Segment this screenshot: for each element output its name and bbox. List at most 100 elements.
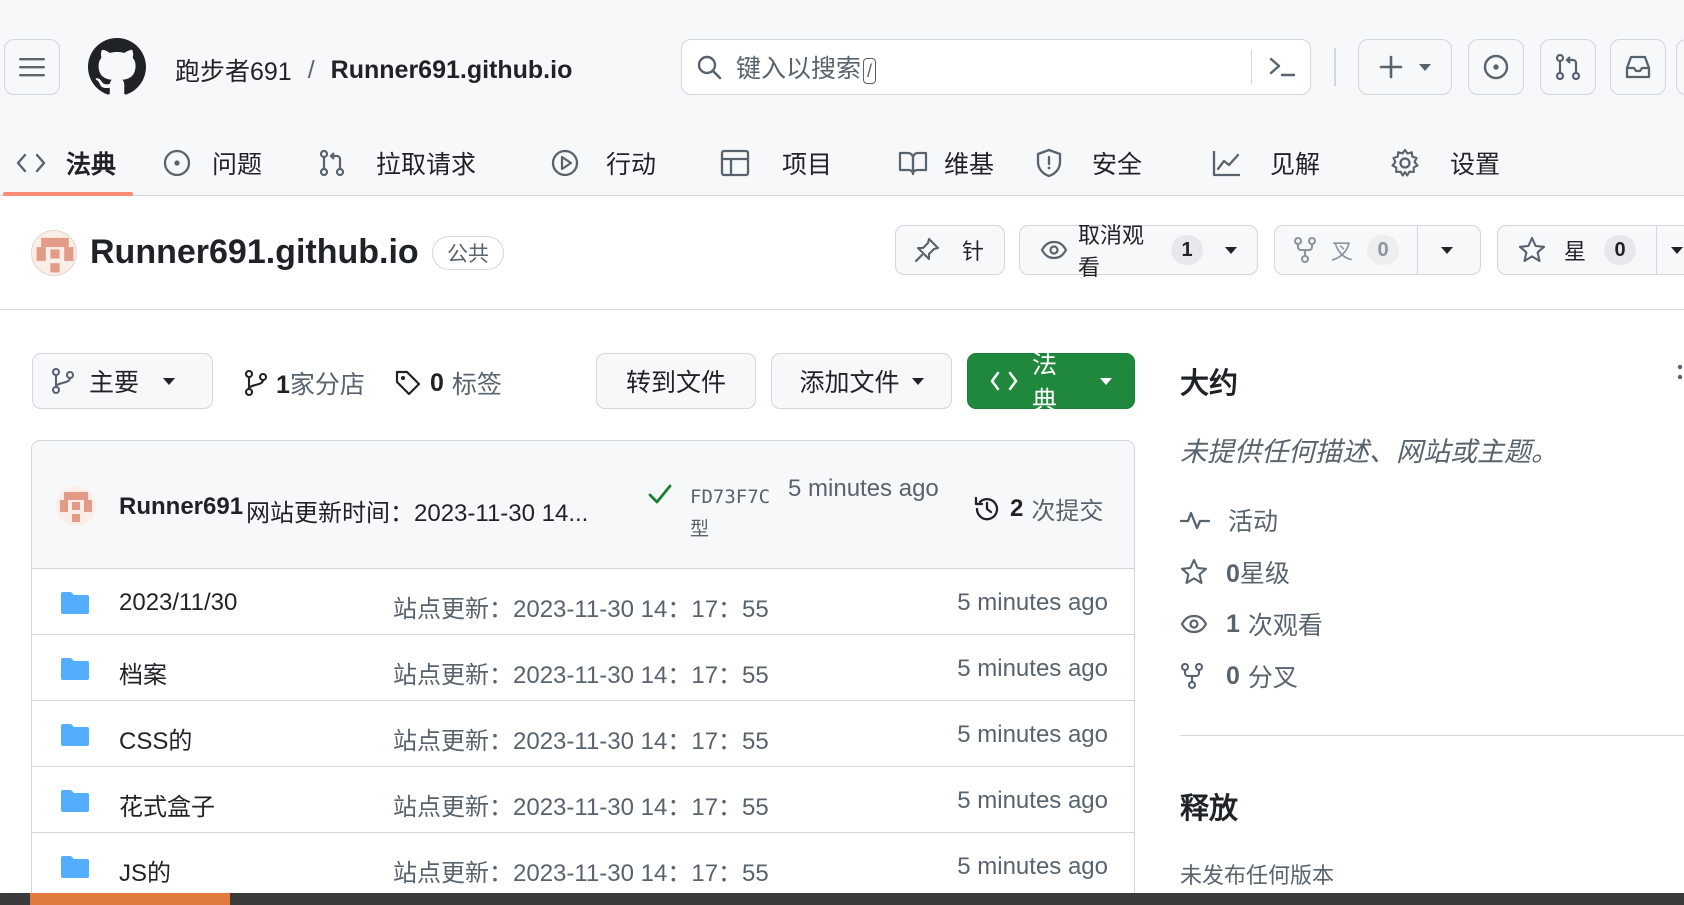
- fork-button[interactable]: 叉 0: [1275, 226, 1417, 274]
- issues-button[interactable]: [1468, 39, 1524, 95]
- avatar[interactable]: [31, 230, 77, 276]
- watch-button[interactable]: 取消观看 1: [1019, 223, 1258, 280]
- table-row[interactable]: 档案 站点更新：2023-11-30 14：17：55 5 minutes ag…: [32, 635, 1134, 701]
- tab-issues[interactable]: 问题: [162, 130, 262, 196]
- inbox-button[interactable]: [1610, 39, 1666, 95]
- file-commit-message[interactable]: 站点更新：2023-11-30 14：17：55: [393, 589, 769, 624]
- commit-history-link[interactable]: 2 次提交: [972, 491, 1103, 526]
- commit-author[interactable]: Runner691: [119, 493, 243, 521]
- taskbar: [0, 893, 1684, 905]
- table-row[interactable]: 花式盒子 站点更新：2023-11-30 14：17：55 5 minutes …: [32, 767, 1134, 833]
- tag-icon: [394, 369, 422, 397]
- tab-pull-requests[interactable]: 拉取请求: [318, 130, 476, 196]
- file-commit-message[interactable]: 站点更新：2023-11-30 14：17：55: [393, 655, 769, 690]
- releases-title[interactable]: 释放: [1180, 785, 1238, 827]
- tags-link[interactable]: 0 标签: [394, 365, 502, 401]
- tab-label: 见解: [1270, 151, 1321, 179]
- tab-security[interactable]: 安全: [1036, 130, 1142, 196]
- breadcrumb-repo[interactable]: Runner691.github.io: [331, 56, 573, 85]
- table-icon: [720, 149, 750, 177]
- shield-icon: [1036, 148, 1062, 178]
- issue-icon: [162, 148, 192, 178]
- tab-label: 维基: [944, 151, 995, 179]
- stars-link[interactable]: 0星级: [1180, 554, 1290, 590]
- commit-message[interactable]: 网站更新时间：2023-11-30 14...: [246, 493, 588, 528]
- tab-label: 行动: [606, 151, 657, 179]
- tab-wiki[interactable]: 维基: [898, 130, 994, 196]
- search-input[interactable]: 键入以搜索 /: [681, 39, 1311, 95]
- tab-projects[interactable]: 项目: [720, 130, 832, 196]
- file-name[interactable]: 花式盒子: [119, 787, 215, 822]
- latest-commit-bar: Runner691 网站更新时间：2023-11-30 14... FD73F7…: [32, 441, 1134, 569]
- commit-count-label: 次提交: [1031, 498, 1104, 525]
- folder-icon: [60, 854, 90, 880]
- github-logo-icon[interactable]: [88, 38, 146, 96]
- pin-icon: [914, 237, 940, 263]
- watchers-link[interactable]: 1 次观看: [1180, 606, 1323, 642]
- activity-label: 活动: [1228, 508, 1279, 536]
- file-commit-message[interactable]: 站点更新：2023-11-30 14：17：55: [393, 853, 769, 888]
- code-icon: [16, 151, 46, 175]
- code-icon: [990, 370, 1018, 392]
- star-button[interactable]: 星 0: [1498, 226, 1656, 274]
- folder-icon: [60, 722, 90, 748]
- go-to-file-label: 转到文件: [625, 369, 726, 397]
- forks-link[interactable]: 0 分叉: [1180, 658, 1298, 694]
- code-button-label: 法典: [1032, 351, 1058, 415]
- code-dropdown-button[interactable]: 法典: [967, 351, 1135, 415]
- table-row[interactable]: 2023/11/30 站点更新：2023-11-30 14：17：55 5 mi…: [32, 569, 1134, 635]
- pull-requests-button[interactable]: [1540, 39, 1596, 95]
- tab-label: 安全: [1092, 151, 1143, 179]
- file-name[interactable]: CSS的: [119, 721, 192, 756]
- commit-sha[interactable]: FD73F7C型: [690, 481, 782, 545]
- pin-button[interactable]: 针: [895, 225, 1005, 275]
- file-commit-message[interactable]: 站点更新：2023-11-30 14：17：55: [393, 787, 769, 822]
- eye-icon: [1180, 614, 1208, 634]
- visibility-badge: 公共: [432, 236, 504, 270]
- tab-code[interactable]: 法典: [16, 130, 116, 196]
- fork-icon: [1180, 662, 1204, 690]
- add-file-button[interactable]: 添加文件: [771, 353, 952, 409]
- avatar[interactable]: [1676, 39, 1684, 95]
- sidebar: 大约 未提供任何描述、网站或主题。 活动 0星级 1 次观看 0 分叉 释放 未…: [1180, 360, 1684, 888]
- tab-actions[interactable]: 行动: [550, 130, 656, 196]
- folder-icon: [60, 656, 90, 682]
- tab-settings[interactable]: 设置: [1390, 130, 1500, 196]
- branches-link[interactable]: 1家分店: [244, 365, 365, 401]
- file-commit-message[interactable]: 站点更新：2023-11-30 14：17：55: [393, 721, 769, 756]
- repo-title[interactable]: Runner691.github.io: [90, 233, 419, 272]
- activity-link[interactable]: 活动: [1180, 502, 1278, 538]
- tab-insights[interactable]: 见解: [1212, 130, 1320, 196]
- menu-button[interactable]: [4, 39, 60, 95]
- file-table: Runner691 网站更新时间：2023-11-30 14... FD73F7…: [31, 440, 1135, 905]
- chevron-down-icon: [1671, 246, 1683, 254]
- command-palette-icon[interactable]: [1268, 54, 1296, 80]
- chevron-down-icon: [1419, 63, 1431, 71]
- graph-icon: [1212, 149, 1242, 177]
- branch-selector[interactable]: 主要: [32, 353, 213, 409]
- avatar[interactable]: [56, 486, 96, 526]
- forks-count: 0: [1226, 661, 1240, 690]
- breadcrumb-owner[interactable]: 跑步者691: [175, 52, 292, 88]
- taskbar-active-item[interactable]: [30, 893, 230, 905]
- table-row[interactable]: CSS的 站点更新：2023-11-30 14：17：55 5 minutes …: [32, 701, 1134, 767]
- table-row[interactable]: JS的 站点更新：2023-11-30 14：17：55 5 minutes a…: [32, 833, 1134, 899]
- folder-icon: [60, 590, 90, 616]
- branch-icon: [51, 367, 75, 395]
- star-dropdown[interactable]: [1657, 226, 1684, 274]
- check-icon[interactable]: [647, 481, 673, 507]
- repo-description: 未提供任何描述、网站或主题。: [1180, 437, 1558, 467]
- branches-count: 1: [276, 371, 290, 399]
- repo-nav: 法典 问题 拉取请求 行动 项目 维基 安全 见解 设置: [0, 130, 1684, 196]
- file-name[interactable]: 档案: [119, 655, 167, 690]
- fork-dropdown[interactable]: [1418, 226, 1476, 274]
- go-to-file-button[interactable]: 转到文件: [596, 353, 756, 409]
- create-new-button[interactable]: [1358, 39, 1452, 95]
- file-name[interactable]: 2023/11/30: [119, 589, 237, 617]
- plus-icon: [1379, 55, 1403, 79]
- file-name[interactable]: JS的: [119, 853, 171, 888]
- star-button-group: 星 0: [1497, 225, 1684, 275]
- file-commit-time: 5 minutes ago: [957, 787, 1108, 814]
- play-icon: [550, 148, 580, 178]
- search-icon: [696, 54, 722, 80]
